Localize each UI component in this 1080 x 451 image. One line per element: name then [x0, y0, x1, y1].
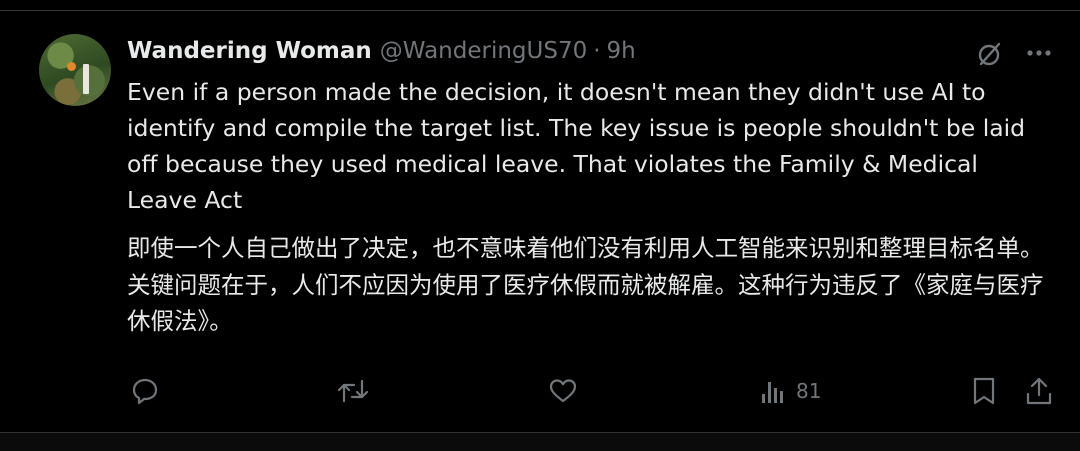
reply-icon	[132, 378, 158, 405]
tweet-header: Wandering Woman @WanderingUS70 · 9h	[127, 34, 636, 68]
views-icon	[762, 382, 783, 403]
like-icon	[549, 379, 577, 403]
timestamp[interactable]: 9h	[607, 38, 636, 64]
author-name[interactable]: Wandering Woman	[127, 38, 372, 64]
author-handle[interactable]: @WanderingUS70	[380, 38, 587, 64]
more-icon[interactable]	[1024, 38, 1054, 68]
avatar-flower	[67, 62, 76, 71]
next-post-edge	[0, 433, 1080, 451]
retweet-icon	[337, 379, 369, 403]
tweet-text-chinese: 即使一个人自己做出了决定，也不意味着他们没有利用人工智能来识别和整理目标名单。关…	[127, 234, 1044, 335]
tweet-text-english: Even if a person made the decision, it d…	[127, 78, 1026, 214]
grok-icon[interactable]	[974, 38, 1006, 70]
share-icon	[1026, 377, 1052, 405]
views-count: 81	[796, 379, 822, 403]
top-divider	[0, 10, 1080, 11]
separator-dot: ·	[593, 38, 601, 64]
avatar[interactable]	[39, 34, 111, 106]
share-button[interactable]	[1024, 374, 1054, 408]
bookmark-button[interactable]	[970, 374, 998, 408]
avatar-post	[83, 64, 89, 94]
views-button[interactable]: 81	[760, 374, 821, 408]
retweet-button[interactable]	[336, 374, 370, 408]
like-button[interactable]	[548, 374, 578, 408]
bookmark-icon	[973, 377, 995, 405]
reply-button[interactable]	[130, 374, 160, 408]
